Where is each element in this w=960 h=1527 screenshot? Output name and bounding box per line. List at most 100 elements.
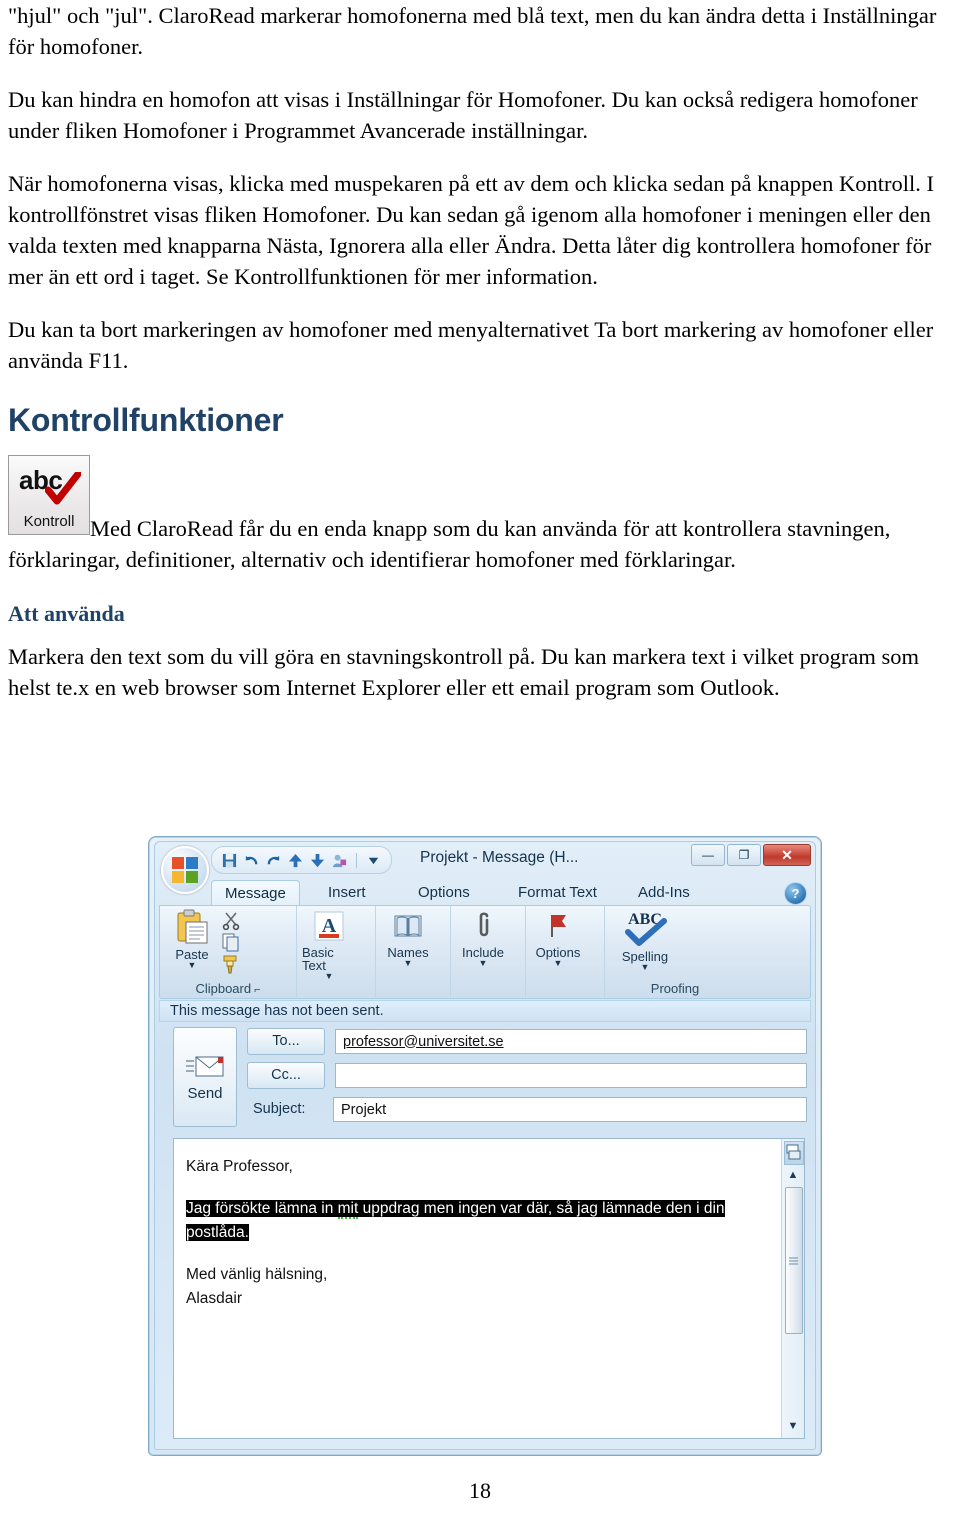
paragraph-hindra-homofon: Du kan hindra en homofon att visas i Ins… bbox=[8, 87, 918, 143]
tab-add-ins[interactable]: Add-Ins bbox=[625, 880, 703, 906]
include-caret-icon[interactable]: ▼ bbox=[479, 959, 488, 968]
options-caret-icon[interactable]: ▼ bbox=[554, 959, 563, 968]
maximize-icon: ❐ bbox=[738, 848, 750, 862]
ribbon-group-clipboard-label: Clipboard ⌐ bbox=[160, 981, 296, 996]
misspelled-word: mit bbox=[337, 1200, 359, 1219]
kontroll-icon-label: Kontroll bbox=[23, 513, 75, 530]
basic-text-button[interactable]: A Basic Text ▼ bbox=[302, 910, 356, 981]
scroll-down-arrow-icon[interactable]: ▼ bbox=[785, 1418, 801, 1434]
body-signoff: Med vänlig hälsning, bbox=[186, 1266, 328, 1283]
previous-item-icon[interactable] bbox=[288, 853, 303, 868]
paragraph-med-claroread: Med ClaroRead får du en enda knapp som d… bbox=[8, 516, 891, 572]
scrollbar-thumb[interactable] bbox=[785, 1187, 803, 1334]
paragraph-markera-text: Markera den text som du vill göra en sta… bbox=[8, 644, 920, 700]
spelling-caret-icon[interactable]: ▼ bbox=[641, 963, 650, 972]
scrollbar-grip-icon bbox=[789, 1257, 798, 1264]
svg-text:A: A bbox=[322, 915, 337, 937]
names-button[interactable]: Names ▼ bbox=[381, 910, 435, 968]
options-button[interactable]: Options ▼ bbox=[531, 910, 585, 968]
ribbon-group-proofing: ABC Spelling ▼ Proofing bbox=[605, 906, 810, 998]
window-inner-frame: Projekt - Message (H... — ❐ ✕ Message In… bbox=[154, 841, 816, 1450]
document-body: "hjul" och "jul". ClaroRead markerar hom… bbox=[8, 0, 952, 725]
heading-kontrollfunktioner: Kontrollfunktioner bbox=[8, 402, 284, 438]
to-recipient-value: professor@universitet.se bbox=[343, 1033, 504, 1050]
subject-input[interactable]: Projekt bbox=[333, 1096, 807, 1122]
ribbon-group-names: Names ▼ bbox=[376, 906, 451, 998]
subject-label: Subject: bbox=[253, 1101, 306, 1117]
maximize-button[interactable]: ❐ bbox=[727, 844, 761, 866]
ribbon-group-proofing-label: Proofing bbox=[650, 981, 700, 996]
redo-icon[interactable] bbox=[266, 853, 281, 868]
window-title: Projekt - Message (H... bbox=[420, 849, 579, 866]
selected-text-part1: Jag försökte lämna in bbox=[186, 1200, 338, 1217]
names-caret-icon[interactable]: ▼ bbox=[404, 959, 413, 968]
spelling-button[interactable]: ABC Spelling ▼ bbox=[610, 908, 680, 972]
ribbon-tab-strip[interactable]: Message Insert Options Format Text Add-I… bbox=[155, 880, 815, 907]
message-header-area: Send To... professor@universitet.se Cc..… bbox=[159, 1023, 811, 1131]
paste-caret-icon[interactable]: ▼ bbox=[188, 961, 197, 970]
tab-options-label: Options bbox=[418, 884, 470, 901]
tab-insert-label: Insert bbox=[328, 884, 366, 901]
to-input[interactable]: professor@universitet.se bbox=[335, 1028, 807, 1054]
to-button[interactable]: To... bbox=[247, 1027, 325, 1055]
basic-text-caret-icon[interactable]: ▼ bbox=[325, 972, 334, 981]
quick-access-toolbar[interactable] bbox=[211, 846, 392, 874]
minimize-button[interactable]: — bbox=[691, 844, 725, 866]
cut-icon[interactable] bbox=[221, 910, 241, 930]
options-flag-icon bbox=[551, 915, 566, 937]
send-button-label: Send bbox=[187, 1084, 223, 1102]
help-icon[interactable]: ? bbox=[784, 882, 807, 905]
ribbon-group-clipboard: Paste ▼ Clipboard ⌐ bbox=[160, 906, 297, 998]
kontroll-intro-block: abc Kontroll Med ClaroRead får du en end… bbox=[8, 451, 952, 575]
clipboard-label-text: Clipboard bbox=[195, 981, 252, 996]
body-signature: Alasdair bbox=[186, 1290, 242, 1307]
window-titlebar: Projekt - Message (H... — ❐ ✕ bbox=[155, 842, 815, 894]
next-item-icon[interactable] bbox=[310, 853, 325, 868]
message-status-infobar: This message has not been sent. bbox=[159, 1000, 811, 1022]
clipboard-buttons-row: Paste ▼ bbox=[165, 908, 291, 974]
page-number: 18 bbox=[469, 1478, 491, 1503]
office-orb-icon[interactable] bbox=[161, 846, 209, 894]
tab-options[interactable]: Options bbox=[405, 880, 483, 906]
heading-att-anvanda: Att använda bbox=[8, 601, 125, 626]
close-button[interactable]: ✕ bbox=[763, 844, 811, 866]
basic-text-icon: A bbox=[314, 911, 344, 941]
cc-button[interactable]: Cc... bbox=[247, 1061, 325, 1089]
address-book-icon[interactable] bbox=[332, 853, 347, 868]
send-button[interactable]: Send bbox=[173, 1027, 237, 1127]
split-window-icon[interactable] bbox=[784, 1141, 804, 1165]
undo-icon[interactable] bbox=[244, 853, 259, 868]
include-button[interactable]: Include ▼ bbox=[456, 910, 510, 968]
tab-message[interactable]: Message bbox=[211, 880, 300, 907]
cc-input[interactable] bbox=[335, 1062, 807, 1088]
customize-qat-icon[interactable] bbox=[366, 853, 381, 868]
selected-text-highlight: Jag försökte lämna in mit uppdrag men in… bbox=[186, 1200, 725, 1241]
clipboard-dialog-launcher-icon[interactable]: ⌐ bbox=[254, 984, 260, 996]
to-field-row: To... professor@universitet.se bbox=[247, 1027, 807, 1055]
send-envelope-icon bbox=[186, 1056, 224, 1076]
basic-text-label: Basic Text bbox=[302, 945, 334, 973]
cc-field-row: Cc... bbox=[247, 1061, 807, 1089]
body-vertical-scrollbar[interactable]: ▲ ▼ bbox=[781, 1139, 804, 1438]
body-selected-paragraph: Jag försökte lämna in mit uppdrag men in… bbox=[186, 1197, 770, 1245]
format-painter-icon[interactable] bbox=[221, 954, 241, 974]
tab-format-text[interactable]: Format Text bbox=[505, 880, 610, 906]
names-icon bbox=[394, 915, 422, 937]
message-body-area[interactable]: Kära Professor, Jag försökte lämna in mi… bbox=[173, 1138, 805, 1439]
minimize-icon: — bbox=[702, 848, 714, 862]
subject-field-row: Subject: Projekt bbox=[247, 1095, 807, 1123]
ribbon-group-include: Include ▼ bbox=[451, 906, 526, 998]
message-body-text[interactable]: Kära Professor, Jag försökte lämna in mi… bbox=[186, 1155, 770, 1329]
tab-insert[interactable]: Insert bbox=[315, 880, 379, 906]
close-icon: ✕ bbox=[781, 846, 793, 863]
scroll-up-arrow-icon[interactable]: ▲ bbox=[785, 1167, 801, 1183]
paragraph-nar-homofonerna-visas: När homofonerna visas, klicka med muspek… bbox=[8, 171, 934, 289]
paste-button[interactable]: Paste ▼ bbox=[165, 908, 219, 974]
kontroll-button-image: abc Kontroll bbox=[8, 455, 90, 535]
window-control-buttons[interactable]: — ❐ ✕ bbox=[691, 844, 811, 866]
save-icon[interactable] bbox=[222, 853, 237, 868]
office-logo-squares-icon bbox=[172, 857, 198, 883]
copy-icon[interactable] bbox=[221, 932, 241, 952]
tab-format-text-label: Format Text bbox=[518, 884, 597, 901]
tab-message-label: Message bbox=[225, 885, 286, 902]
